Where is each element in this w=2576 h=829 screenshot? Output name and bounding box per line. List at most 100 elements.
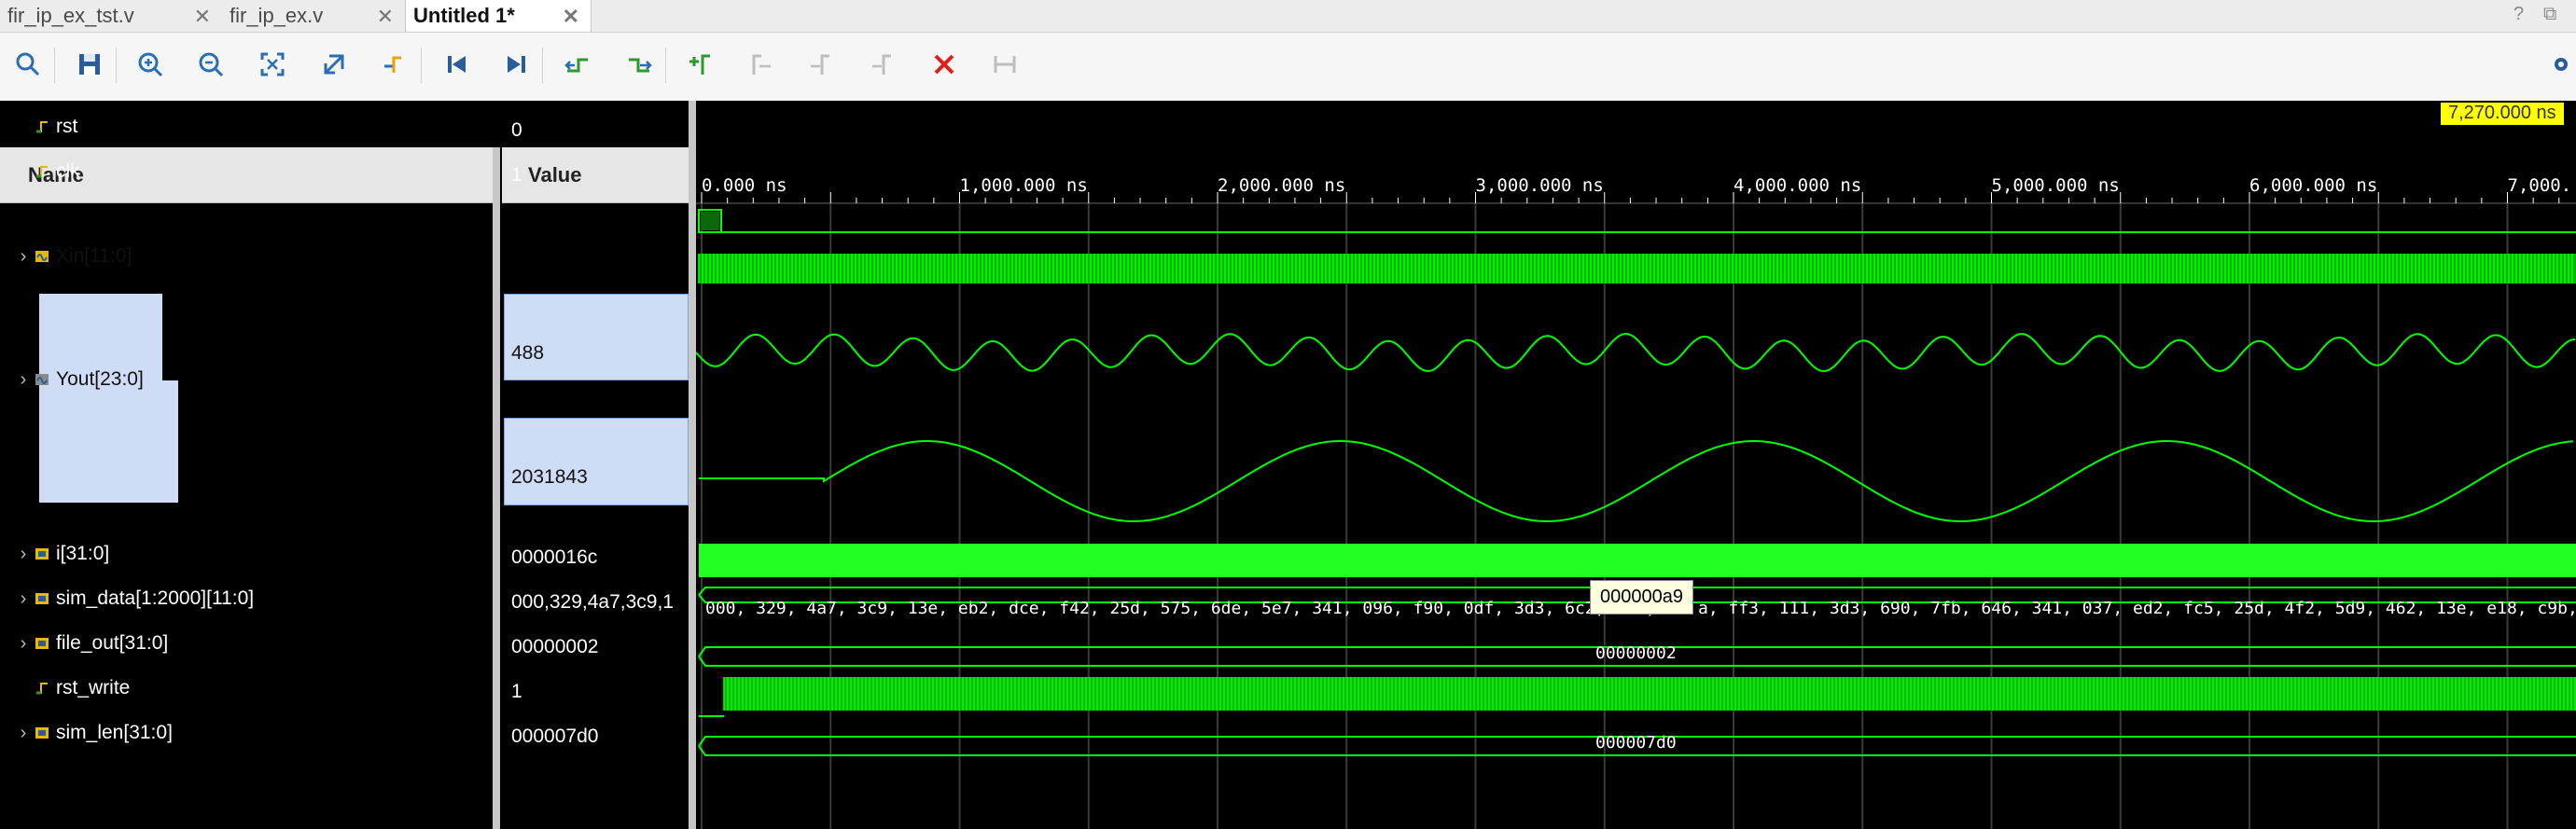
signal-value: 0: [511, 119, 522, 141]
chevron-right-icon[interactable]: ›: [15, 544, 32, 565]
tick-label: 4,000.000 ns: [1734, 175, 1862, 196]
signal-row-sim-data[interactable]: › sim_data[1:2000][11:0]: [0, 587, 254, 610]
close-icon[interactable]: ✕: [194, 5, 211, 29]
signal-value: 488: [511, 342, 545, 364]
save-icon[interactable]: [73, 48, 106, 81]
go-to-start-icon[interactable]: [440, 48, 474, 81]
signal-value: 000007d0: [511, 725, 599, 747]
settings-icon[interactable]: [2544, 48, 2576, 81]
chevron-right-icon[interactable]: ›: [15, 246, 32, 268]
tab-label: fir_ip_ex.v: [230, 4, 324, 27]
signal-name: Xin[11:0]: [56, 245, 132, 267]
yout-waveform: [699, 440, 2574, 522]
signal-row-sim-len[interactable]: › sim_len[31:0]: [0, 722, 173, 744]
signal-value: 1: [511, 164, 522, 186]
next-transition-icon[interactable]: [622, 48, 656, 81]
search-icon[interactable]: [11, 48, 45, 81]
signal-row-rst[interactable]: rst: [0, 116, 77, 138]
tab-label: Untitled 1*: [413, 4, 515, 27]
signal-name: sim_data[1:2000][11:0]: [56, 587, 255, 609]
signal-name: rst: [56, 116, 78, 137]
column-divider[interactable]: [493, 147, 500, 829]
editor-tab-bar: fir_ip_ex_tst.v ✕ fir_ip_ex.v ✕ Untitled…: [0, 0, 2576, 33]
tick-label: 0.000 ns: [702, 175, 787, 196]
bus-icon: [32, 588, 52, 609]
sim-len-bus-value: 000007d0: [1595, 733, 1677, 753]
sim-data-values-right: a, ff3, 111, 3d3, 690, 7fb, 646, 341, 03…: [1698, 599, 2576, 618]
waveform-toolbar: [0, 33, 2576, 102]
tick-label: 7,000.: [2507, 175, 2572, 196]
clk-band: [699, 254, 2576, 283]
signal-row-yout[interactable]: › Yout[23:0]: [0, 368, 144, 391]
signal-name: i[31:0]: [56, 543, 110, 564]
selection-highlight: [504, 294, 689, 380]
delete-icon[interactable]: [927, 48, 961, 81]
tab-fir-ip-ex-tst[interactable]: fir_ip_ex_tst.v ✕: [0, 0, 222, 32]
rst-pulse-fill: [701, 212, 719, 230]
tick-label: 5,000.000 ns: [1991, 175, 2120, 196]
cursor-time-label[interactable]: 7,270.000 ns: [2441, 103, 2564, 125]
signal-row-rst-write[interactable]: rst_write: [0, 677, 130, 699]
signal-list-panel: Name Value rst 0 clk 1 › Xin[11:0] 488 ›…: [0, 101, 689, 829]
i-bus-band: [699, 544, 2576, 577]
panel-splitter[interactable]: [689, 101, 696, 829]
chevron-right-icon[interactable]: ›: [15, 588, 32, 610]
signal-value: 2031843: [511, 466, 588, 488]
analog-icon: [32, 246, 52, 267]
signal-row-i[interactable]: › i[31:0]: [0, 543, 110, 565]
previous-marker-icon[interactable]: [744, 48, 777, 81]
restore-icon[interactable]: ⧉: [2543, 4, 2556, 25]
tab-fir-ip-ex[interactable]: fir_ip_ex.v ✕: [222, 0, 405, 32]
selection-highlight: [39, 380, 178, 503]
chevron-right-icon[interactable]: ›: [15, 723, 32, 744]
close-icon[interactable]: ✕: [563, 5, 579, 29]
add-marker-icon[interactable]: [683, 48, 717, 81]
zoom-out-icon[interactable]: [194, 48, 228, 81]
waveform-svg: [696, 192, 2576, 829]
signal-value: 0000016c: [511, 546, 598, 568]
signal-row-file-out[interactable]: › file_out[31:0]: [0, 632, 169, 655]
tick-label: 2,000.000 ns: [1218, 175, 1346, 196]
delete-marker-icon[interactable]: [866, 48, 899, 81]
tab-label: fir_ip_ex_tst.v: [7, 4, 134, 27]
value-tooltip: 000000a9: [1590, 580, 1693, 615]
snap-icon[interactable]: [988, 48, 1022, 81]
tick-label: 1,000.000 ns: [959, 175, 1088, 196]
chevron-right-icon[interactable]: ›: [15, 369, 32, 391]
zoom-fit-icon[interactable]: [256, 48, 289, 81]
close-icon[interactable]: ✕: [377, 5, 394, 29]
waveform-canvas[interactable]: 0.000 ns 1,000.000 ns 2,000.000 ns 3,000.00…: [696, 101, 2576, 829]
signal-row-xin[interactable]: › Xin[11:0]: [0, 245, 132, 268]
bus-icon: [32, 723, 52, 743]
swap-cursor-icon[interactable]: [317, 48, 351, 81]
signal-value: 000,329,4a7,3c9,1: [511, 591, 674, 613]
signal-name: sim_len[31:0]: [56, 722, 173, 743]
file-out-bus-value: 00000002: [1595, 643, 1677, 663]
go-to-cursor-icon[interactable]: [378, 48, 411, 81]
bit-icon: [32, 117, 52, 137]
signal-name: Yout[23:0]: [56, 368, 144, 390]
tick-label: 3,000.000 ns: [1475, 175, 1604, 196]
next-marker-icon[interactable]: [804, 48, 838, 81]
bus-icon: [32, 544, 52, 564]
sim-data-values-left: 000, 329, 4a7, 3c9, 13e, eb2, dce, f42, …: [705, 599, 1656, 618]
tab-untitled-1[interactable]: Untitled 1* ✕: [405, 0, 592, 32]
selection-highlight: [504, 418, 689, 505]
signal-name: file_out[31:0]: [56, 632, 169, 654]
signal-value: 00000002: [511, 636, 599, 657]
chevron-right-icon[interactable]: ›: [15, 633, 32, 655]
signal-row-clk[interactable]: clk: [0, 160, 80, 183]
bit-icon: [32, 161, 52, 182]
help-icon[interactable]: ?: [2513, 4, 2524, 25]
bit-icon: [32, 678, 52, 698]
go-to-end-icon[interactable]: [499, 48, 533, 81]
signal-name: rst_write: [56, 677, 131, 698]
previous-transition-icon[interactable]: [561, 48, 594, 81]
signal-name: clk: [56, 160, 80, 182]
tick-label: 6,000.000 ns: [2249, 175, 2378, 196]
xin-waveform: [696, 332, 2576, 373]
bus-icon: [32, 633, 52, 654]
signal-value: 1: [511, 681, 522, 702]
analog-icon: [32, 369, 52, 390]
zoom-in-icon[interactable]: [133, 48, 167, 81]
